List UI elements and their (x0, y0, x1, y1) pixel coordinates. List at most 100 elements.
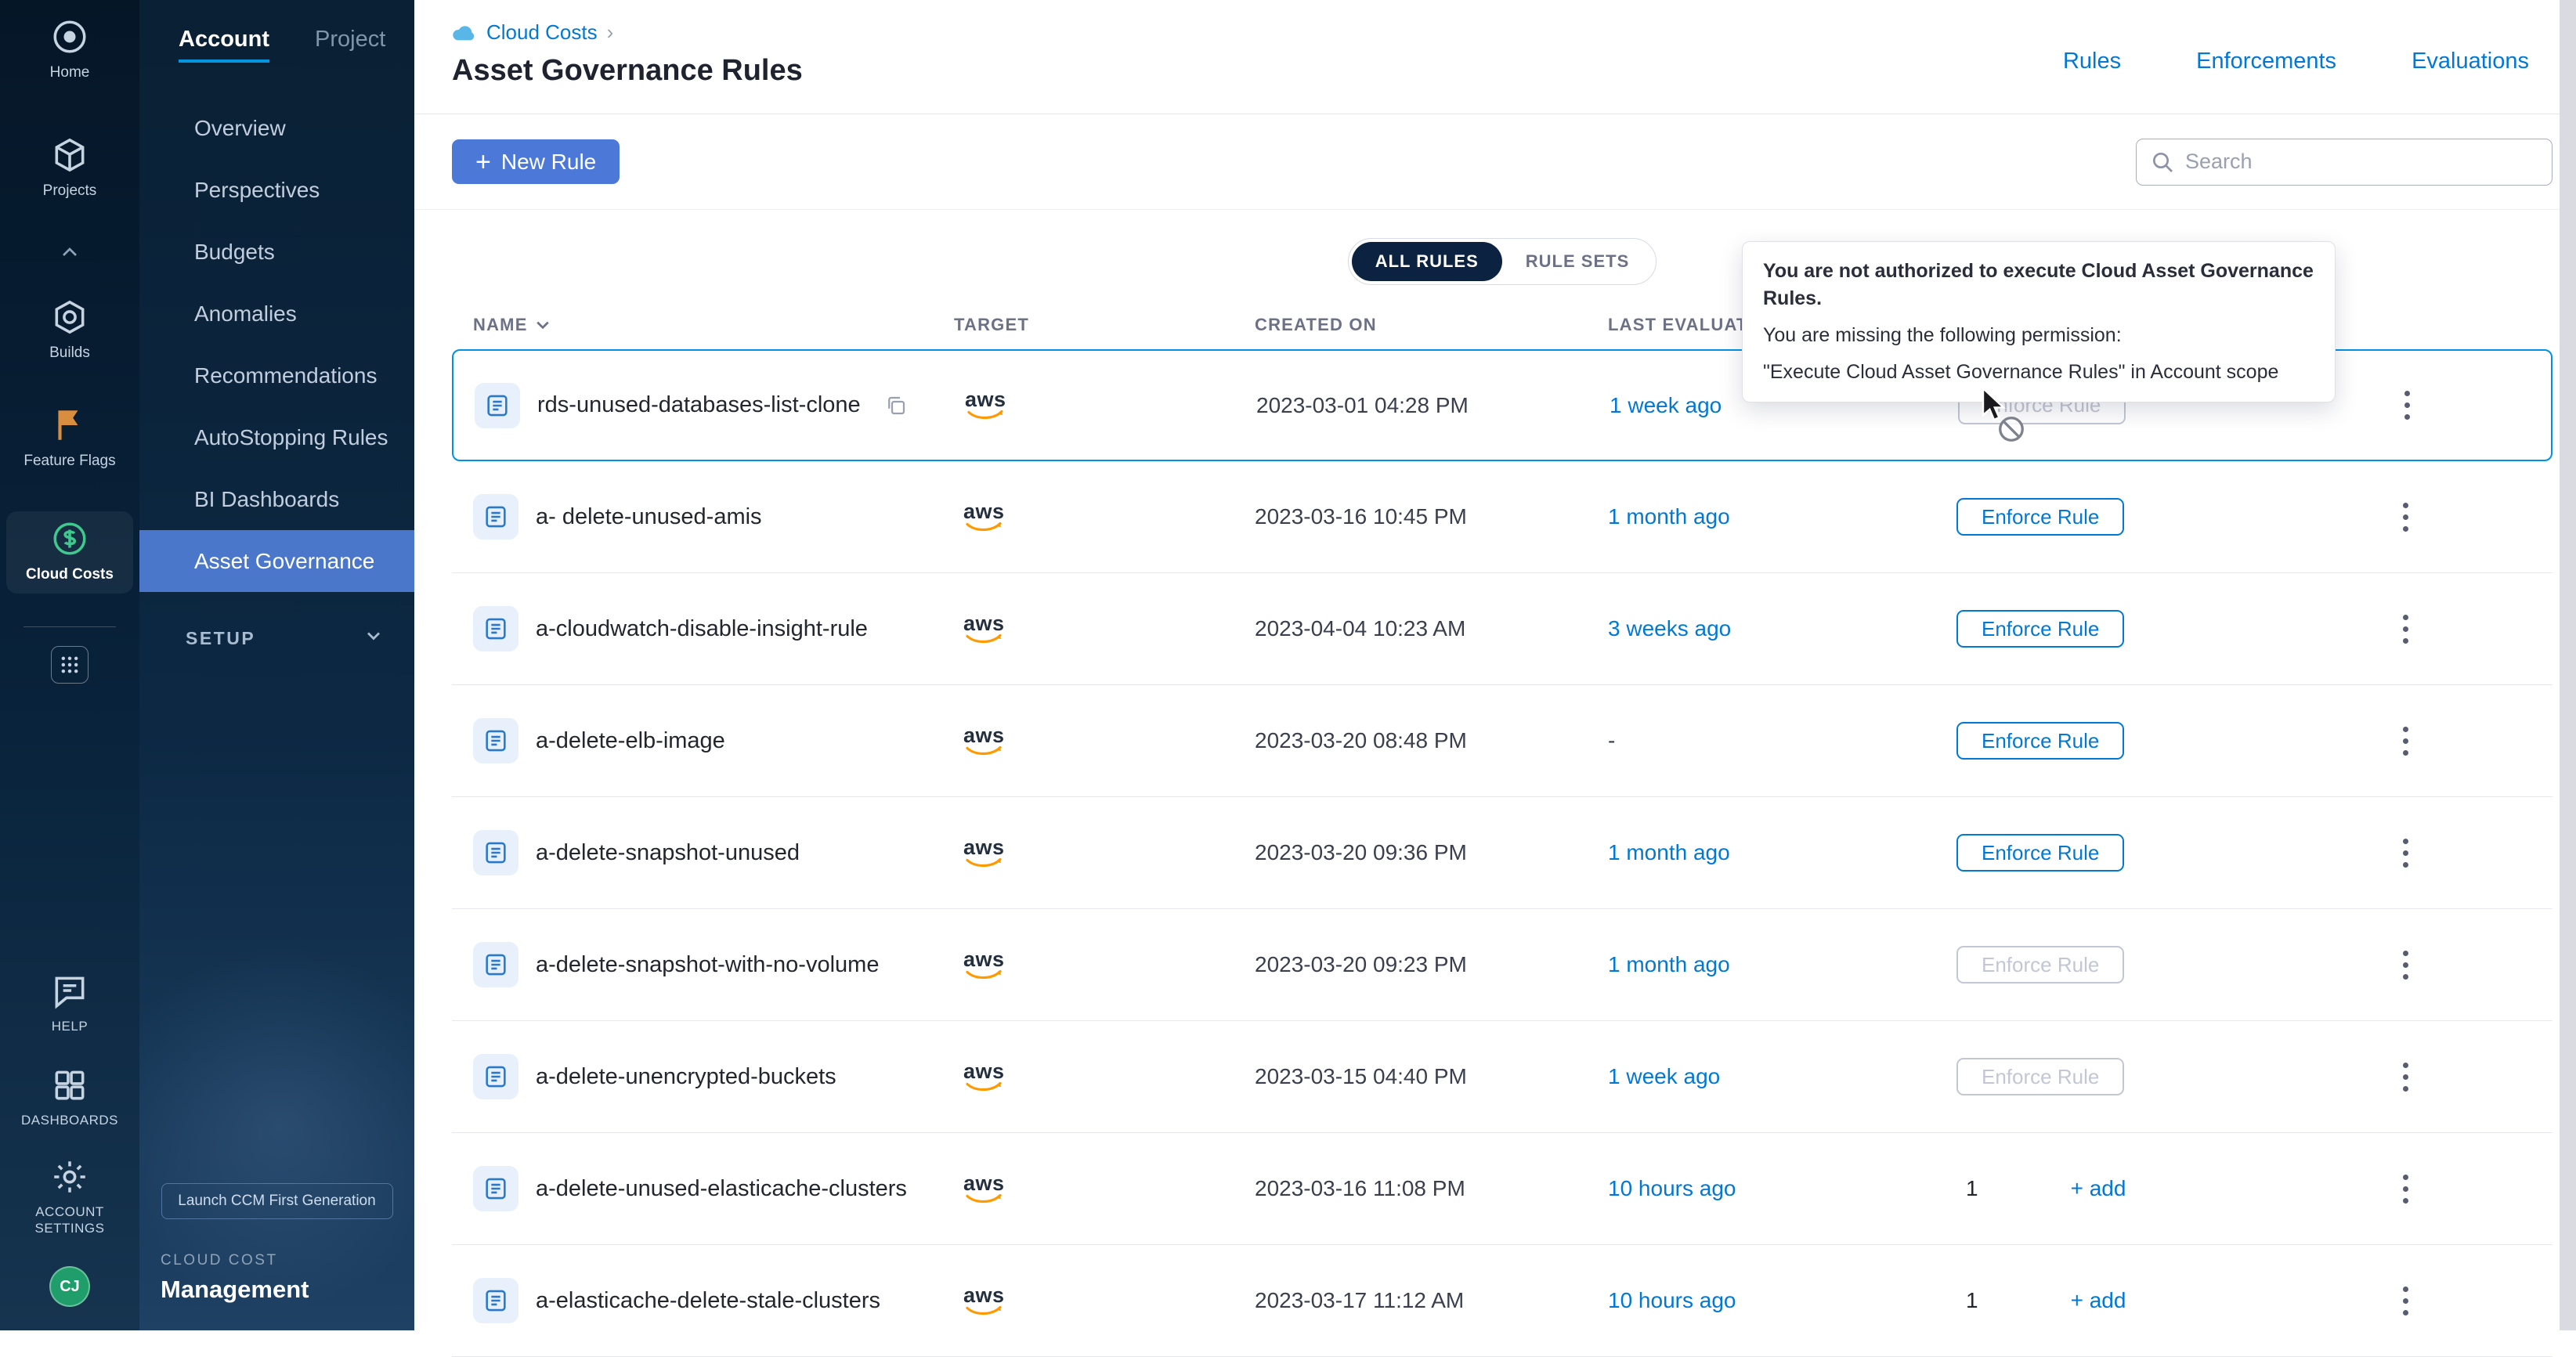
rule-name[interactable]: a-delete-unencrypted-buckets (536, 1064, 836, 1090)
kebab-menu-icon[interactable] (2395, 943, 2416, 987)
last-evaluation[interactable]: 3 weeks ago (1608, 616, 1731, 641)
tab-project[interactable]: Project (315, 27, 385, 63)
kebab-menu-icon[interactable] (2395, 1167, 2416, 1211)
sidebar-item-budgets[interactable]: Budgets (139, 221, 414, 283)
rule-name[interactable]: a-cloudwatch-disable-insight-rule (536, 616, 868, 642)
sidebar-setup[interactable]: SETUP (139, 625, 414, 651)
table-row[interactable]: a-delete-unencrypted-bucketsaws2023-03-1… (452, 1021, 2553, 1133)
enforce-rule-button[interactable]: Enforce Rule (1956, 834, 2124, 872)
rail-item-builds[interactable]: Builds (6, 298, 133, 363)
header-nav: Rules Enforcements Evaluations (2063, 49, 2529, 74)
rule-name[interactable]: a-delete-elb-image (536, 728, 725, 754)
rule-name[interactable]: a- delete-unused-amis (536, 504, 762, 530)
rule-name[interactable]: a-delete-snapshot-unused (536, 840, 800, 866)
last-evaluation[interactable]: 1 week ago (1608, 1064, 1720, 1089)
rule-name[interactable]: a-delete-unused-elasticache-clusters (536, 1176, 907, 1202)
rail-item-account-settings[interactable]: ACCOUNT SETTINGS (6, 1157, 133, 1237)
aws-text: aws (963, 1173, 1005, 1194)
avatar[interactable]: CJ (49, 1266, 90, 1307)
enforcement-count[interactable]: 1 (1966, 1288, 1978, 1313)
nav-link-evaluations[interactable]: Evaluations (2412, 49, 2529, 74)
sidebar-item-anomalies[interactable]: Anomalies (139, 283, 414, 345)
new-rule-button[interactable]: + New Rule (452, 139, 620, 184)
breadcrumb-cloud-costs[interactable]: Cloud Costs (486, 20, 598, 45)
tooltip-line-1: You are not authorized to execute Cloud … (1763, 258, 2314, 312)
enforce-rule-button[interactable]: Enforce Rule (1956, 946, 2124, 983)
column-name-label: NAME (473, 315, 528, 335)
enforcement-count[interactable]: 1 (1966, 1176, 1978, 1201)
rail-item-dashboards[interactable]: DASHBOARDS (6, 1066, 133, 1128)
table-row[interactable]: a-delete-unused-elasticache-clustersaws2… (452, 1133, 2553, 1245)
enforce-rule-button[interactable]: Enforce Rule (1956, 498, 2124, 536)
last-evaluation[interactable]: 10 hours ago (1608, 1288, 1736, 1313)
aws-text: aws (963, 837, 1005, 858)
toggle-rule-sets[interactable]: RULE SETS (1502, 242, 1653, 281)
sidebar-item-bi-dashboards[interactable]: BI Dashboards (139, 468, 414, 530)
column-created-on[interactable]: CREATED ON (1255, 315, 1608, 335)
sidebar-item-overview[interactable]: Overview (139, 97, 414, 159)
enforce-rule-button[interactable]: Enforce Rule (1956, 610, 2124, 648)
enforce-rule-button[interactable]: Enforce Rule (1956, 1058, 2124, 1095)
rail-item-grid[interactable] (6, 646, 133, 684)
table-row[interactable]: a- delete-unused-amisaws2023-03-16 10:45… (452, 461, 2553, 573)
launch-ccm-button[interactable]: Launch CCM First Generation (161, 1183, 393, 1219)
sidebar-item-autostopping-rules[interactable]: AutoStopping Rules (139, 406, 414, 468)
module-rail: Home Projects Builds Feature Flags Cloud Cos… (0, 0, 139, 1330)
last-evaluation[interactable]: 1 month ago (1608, 840, 1730, 865)
nav-link-rules[interactable]: Rules (2063, 49, 2121, 74)
sidebar-item-recommendations[interactable]: Recommendations (139, 345, 414, 406)
sidebar-item-asset-governance[interactable]: Asset Governance (139, 530, 414, 592)
user-avatar[interactable]: CJ (6, 1266, 133, 1307)
created-on: 2023-03-20 09:23 PM (1255, 952, 1608, 977)
table-row[interactable]: a-delete-snapshot-unusedaws2023-03-20 09… (452, 797, 2553, 909)
nav-link-enforcements[interactable]: Enforcements (2196, 49, 2336, 74)
rail-item-help[interactable]: HELP (6, 972, 133, 1034)
enforce-rule-button[interactable]: Enforce Rule (1956, 722, 2124, 760)
rail-item-home[interactable]: Home (6, 17, 133, 82)
table-row[interactable]: a-delete-elb-imageaws2023-03-20 08:48 PM… (452, 685, 2553, 797)
last-evaluation[interactable]: 1 week ago (1610, 393, 1722, 418)
last-evaluation[interactable]: 1 month ago (1608, 504, 1730, 529)
kebab-menu-icon[interactable] (2395, 831, 2416, 875)
search-input[interactable] (2136, 139, 2553, 186)
scrollbar[interactable] (2560, 0, 2576, 1330)
kebab-menu-icon[interactable] (2395, 1055, 2416, 1099)
rule-icon (473, 1166, 518, 1211)
aws-logo: aws (963, 1061, 1005, 1093)
rail-item-label: HELP (52, 1018, 88, 1034)
last-evaluation[interactable]: 10 hours ago (1608, 1176, 1736, 1201)
column-name[interactable]: NAME (452, 315, 954, 335)
add-enforcement-link[interactable]: + add (2071, 1288, 2126, 1313)
created-on: 2023-03-17 11:12 AM (1255, 1288, 1608, 1313)
rail-item-feature-flags[interactable]: Feature Flags (6, 406, 133, 471)
add-enforcement-link[interactable]: + add (2071, 1176, 2126, 1201)
copy-icon[interactable] (884, 394, 908, 417)
tab-account[interactable]: Account (179, 27, 269, 63)
search-box (2136, 139, 2553, 186)
sidebar-item-perspectives[interactable]: Perspectives (139, 159, 414, 221)
rule-name[interactable]: rds-unused-databases-list-clone (537, 392, 861, 418)
last-evaluation[interactable]: 1 month ago (1608, 952, 1730, 977)
rail-item-cloud-costs[interactable]: Cloud Costs (6, 511, 133, 594)
kebab-menu-icon[interactable] (2397, 383, 2418, 428)
rule-name[interactable]: a-elasticache-delete-stale-clusters (536, 1288, 880, 1314)
column-target[interactable]: TARGET (954, 315, 1255, 335)
kebab-menu-icon[interactable] (2395, 1279, 2416, 1323)
toggle-all-rules[interactable]: ALL RULES (1352, 242, 1502, 281)
kebab-menu-icon[interactable] (2395, 495, 2416, 540)
table-row[interactable]: a-delete-snapshot-with-no-volumeaws2023-… (452, 909, 2553, 1021)
rail-item-collapse[interactable] (6, 240, 133, 265)
rail-item-label: Cloud Costs (26, 565, 114, 584)
rail-item-label: Home (50, 63, 90, 82)
ccm-sidebar: Account Project OverviewPerspectivesBudg… (139, 0, 414, 1330)
kebab-menu-icon[interactable] (2395, 607, 2416, 651)
rail-item-projects[interactable]: Projects (6, 135, 133, 200)
rule-icon (475, 383, 520, 428)
kebab-menu-icon[interactable] (2395, 719, 2416, 763)
table-row[interactable]: a-cloudwatch-disable-insight-ruleaws2023… (452, 573, 2553, 685)
rule-name[interactable]: a-delete-snapshot-with-no-volume (536, 952, 879, 978)
table-row[interactable]: a-elasticache-delete-stale-clustersaws20… (452, 1245, 2553, 1357)
product-name: Management (161, 1276, 414, 1304)
aws-logo: aws (963, 501, 1005, 533)
main-content: Cloud Costs › Asset Governance Rules Rul… (414, 0, 2576, 1330)
